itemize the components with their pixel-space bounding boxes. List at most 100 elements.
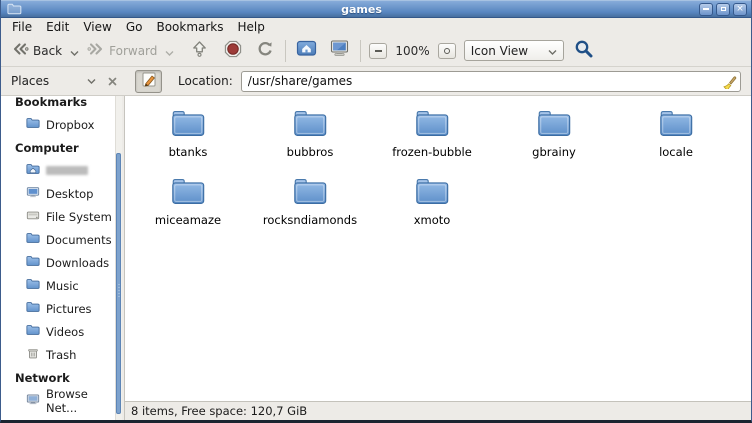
sidebar-item-videos[interactable]: Videos [1,320,122,343]
up-button[interactable] [186,37,213,64]
folder-label: xmoto [414,213,451,227]
sidebar-item-label: Desktop [46,187,93,201]
folder-label: btanks [169,145,208,159]
computer-icon [329,39,350,62]
titlebar[interactable]: games × [1,0,751,18]
window-folder-icon [7,3,22,15]
menu-go[interactable]: Go [119,20,150,34]
folder-gbrainy[interactable]: gbrainy [493,108,615,172]
sidebar-item-label: Videos [46,325,84,339]
up-icon [190,39,209,62]
folder-frozen-bubble[interactable]: frozen-bubble [371,108,493,172]
edit-location-toggle[interactable] [135,70,162,93]
places-close-icon[interactable] [102,77,123,86]
forward-history-dropdown[interactable] [161,39,178,62]
maximize-icon[interactable] [716,3,730,16]
toolbar-separator [285,40,286,62]
icon-view[interactable]: btanks bubbros frozen-bubble gbrainy locale m… [125,96,751,401]
menu-help[interactable]: Help [231,20,272,34]
sidebar-item-home-redacted[interactable] [1,159,122,182]
sidebar-item-browse-net-[interactable]: Browse Net... [1,389,122,412]
close-icon[interactable]: × [733,3,747,16]
status-text: 8 items, Free space: 120,7 GiB [131,404,307,418]
back-history-dropdown[interactable] [66,39,83,62]
toolbar-separator [360,40,361,62]
folder-rocksndiamonds[interactable]: rocksndiamonds [249,176,371,240]
folder-icon [413,176,451,211]
sidebar-item-documents[interactable]: Documents [1,228,122,251]
folder-bubbros[interactable]: bubbros [249,108,371,172]
folder-icon [535,108,573,143]
location-input[interactable] [241,71,741,92]
reload-icon [255,39,275,63]
menu-bookmarks[interactable]: Bookmarks [149,20,230,34]
places-header[interactable]: Places [9,74,123,88]
forward-label: Forward [109,44,157,58]
trash-icon [26,347,40,362]
menu-bar: FileEditViewGoBookmarksHelp [1,18,751,35]
folder-icon [26,324,40,339]
sidebar: BookmarksDropboxComputerDesktopFile Syst… [1,96,122,420]
back-button[interactable]: Back [7,38,66,63]
sidebar-item-file-system[interactable]: File System [1,205,122,228]
clear-brush-icon[interactable] [721,73,737,89]
reload-button[interactable] [251,37,279,65]
sidebar-section-clipped: Bookmarks [1,97,122,113]
view-mode-select[interactable]: Icon View [464,40,564,61]
menu-view[interactable]: View [76,20,118,34]
folder-locale[interactable]: locale [615,108,737,172]
window-title: games [24,3,699,16]
zoom-out-button[interactable] [369,43,387,59]
forward-button[interactable]: Forward [83,38,161,63]
network-icon [26,393,40,408]
folder-btanks[interactable]: btanks [127,108,249,172]
location-bar: Places Location: [1,67,751,96]
computer-button[interactable] [325,37,354,64]
sidebar-item-music[interactable]: Music [1,274,122,297]
folder-icon [291,108,329,143]
folder-label: miceamaze [155,213,221,227]
home-button[interactable] [292,37,321,64]
chevron-down-icon[interactable] [81,78,102,84]
menu-file[interactable]: File [5,20,39,34]
chevron-down-icon [165,41,174,60]
zoom-out-icon [375,50,382,52]
folder-miceamaze[interactable]: miceamaze [127,176,249,240]
forward-icon [87,40,105,61]
sidebar-item-label: Downloads [46,256,109,270]
folder-icon [169,108,207,143]
sidebar-scrollbar-thumb[interactable] [116,153,121,414]
menu-edit[interactable]: Edit [39,20,76,34]
sidebar-item-downloads[interactable]: Downloads [1,251,122,274]
folder-icon [26,278,40,293]
zoom-level: 100% [395,44,429,58]
zoom-in-button[interactable] [438,43,456,59]
zoom-in-icon [444,48,450,54]
sidebar-item-desktop[interactable]: Desktop [1,182,122,205]
file-manager-window: games × FileEditViewGoBookmarksHelp Back… [0,0,752,423]
toolbar: Back Forward [1,35,751,67]
places-label: Places [9,74,49,88]
folder-icon [26,232,40,247]
sidebar-item-label: Trash [46,348,76,362]
folder-icon [169,176,207,211]
folder-xmoto[interactable]: xmoto [371,176,493,240]
folder-label: frozen-bubble [392,145,472,159]
folder-label: locale [659,145,693,159]
back-label: Back [33,44,62,58]
sidebar-item-label: Pictures [46,302,92,316]
sidebar-item-pictures[interactable]: Pictures [1,297,122,320]
sidebar-item-label: File System [46,210,112,224]
search-icon [574,39,593,62]
sidebar-item-label: Documents [46,233,112,247]
stop-button[interactable] [219,37,247,65]
chevron-down-icon [548,44,557,58]
home-folder-icon [26,163,40,178]
search-button[interactable] [570,37,597,64]
sidebar-item-label: Browse Net... [46,387,122,415]
minimize-icon[interactable] [699,3,713,16]
stop-icon [223,39,243,63]
folder-icon [657,108,695,143]
sidebar-item-trash[interactable]: Trash [1,343,122,366]
sidebar-item-dropbox[interactable]: Dropbox [1,113,122,136]
